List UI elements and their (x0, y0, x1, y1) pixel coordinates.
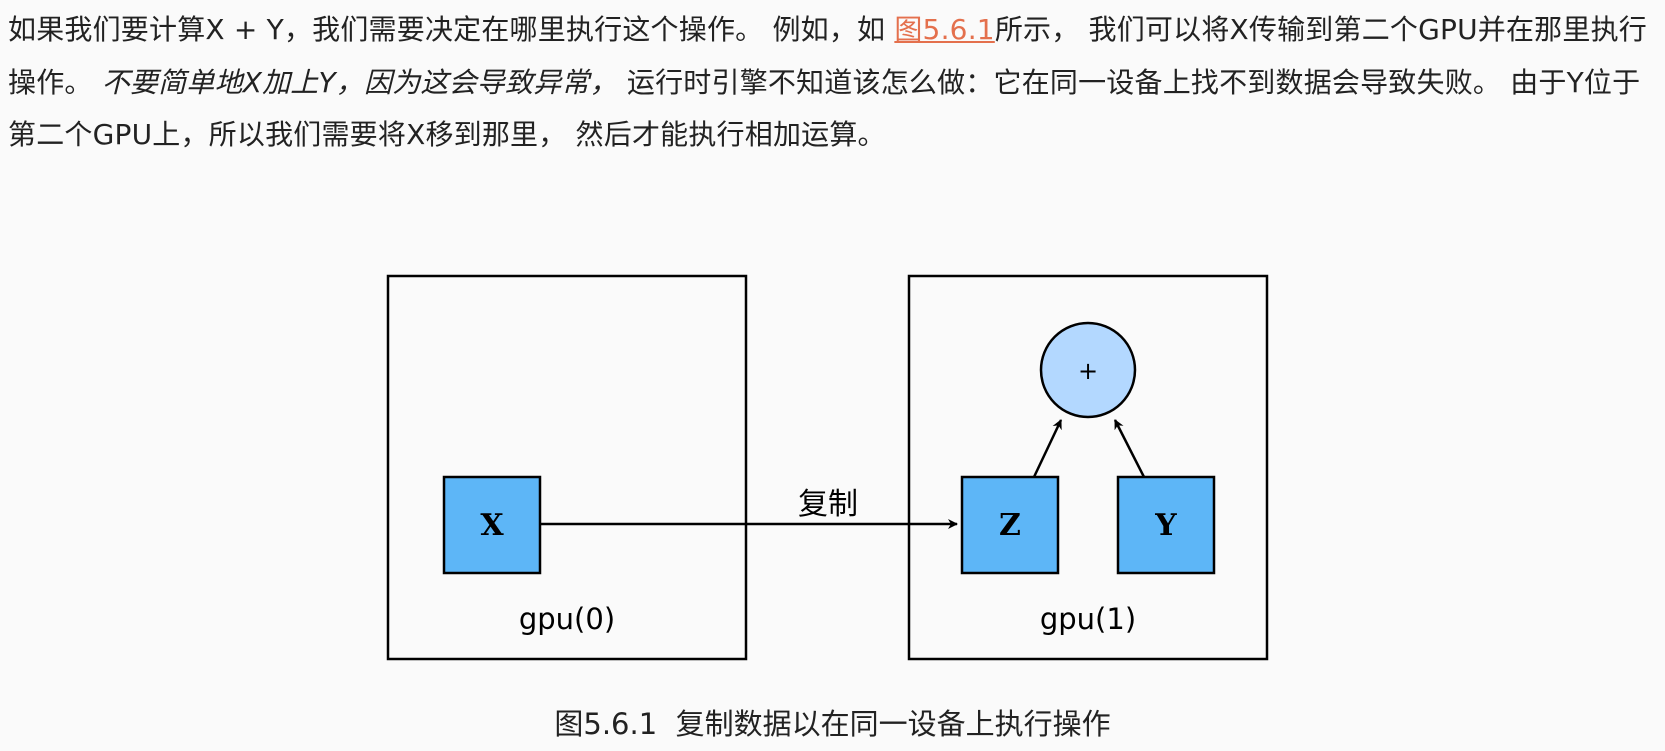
node-y (1116, 475, 1216, 575)
node-x-label: X (480, 508, 504, 543)
paragraph-emphasis: 不要简单地X加上Y，因为这会导致异常， (101, 65, 618, 99)
device-box-gpu0 (386, 274, 748, 661)
node-z-label: Z (999, 508, 1021, 543)
device-label-gpu0: gpu(0) (519, 602, 615, 636)
caption-number: 图5.6.1 (554, 707, 658, 741)
figure-caption: 图5.6.1 复制数据以在同一设备上执行操作 (0, 704, 1665, 744)
figure-reference-link[interactable]: 图5.6.1 (894, 13, 994, 46)
node-y-label: Y (1154, 508, 1177, 543)
add-operator-node (1039, 321, 1137, 419)
caption-text: 复制数据以在同一设备上执行操作 (675, 707, 1111, 741)
paragraph-text-1: 如果我们要计算X + Y，我们需要决定在哪里执行这个操作。 例如，如 (8, 13, 895, 46)
node-x (442, 475, 542, 575)
y-to-add-arrow (1113, 419, 1146, 478)
device-box-gpu1 (907, 274, 1269, 661)
device-label-gpu1: gpu(1) (1040, 602, 1136, 636)
copy-label: 复制 (798, 487, 858, 522)
body-paragraph: 如果我们要计算X + Y，我们需要决定在哪里执行这个操作。 例如，如 图5.6.… (8, 4, 1658, 162)
z-to-add-arrow (1032, 419, 1063, 478)
add-operator-label: + (1078, 357, 1098, 385)
node-z (960, 475, 1060, 575)
